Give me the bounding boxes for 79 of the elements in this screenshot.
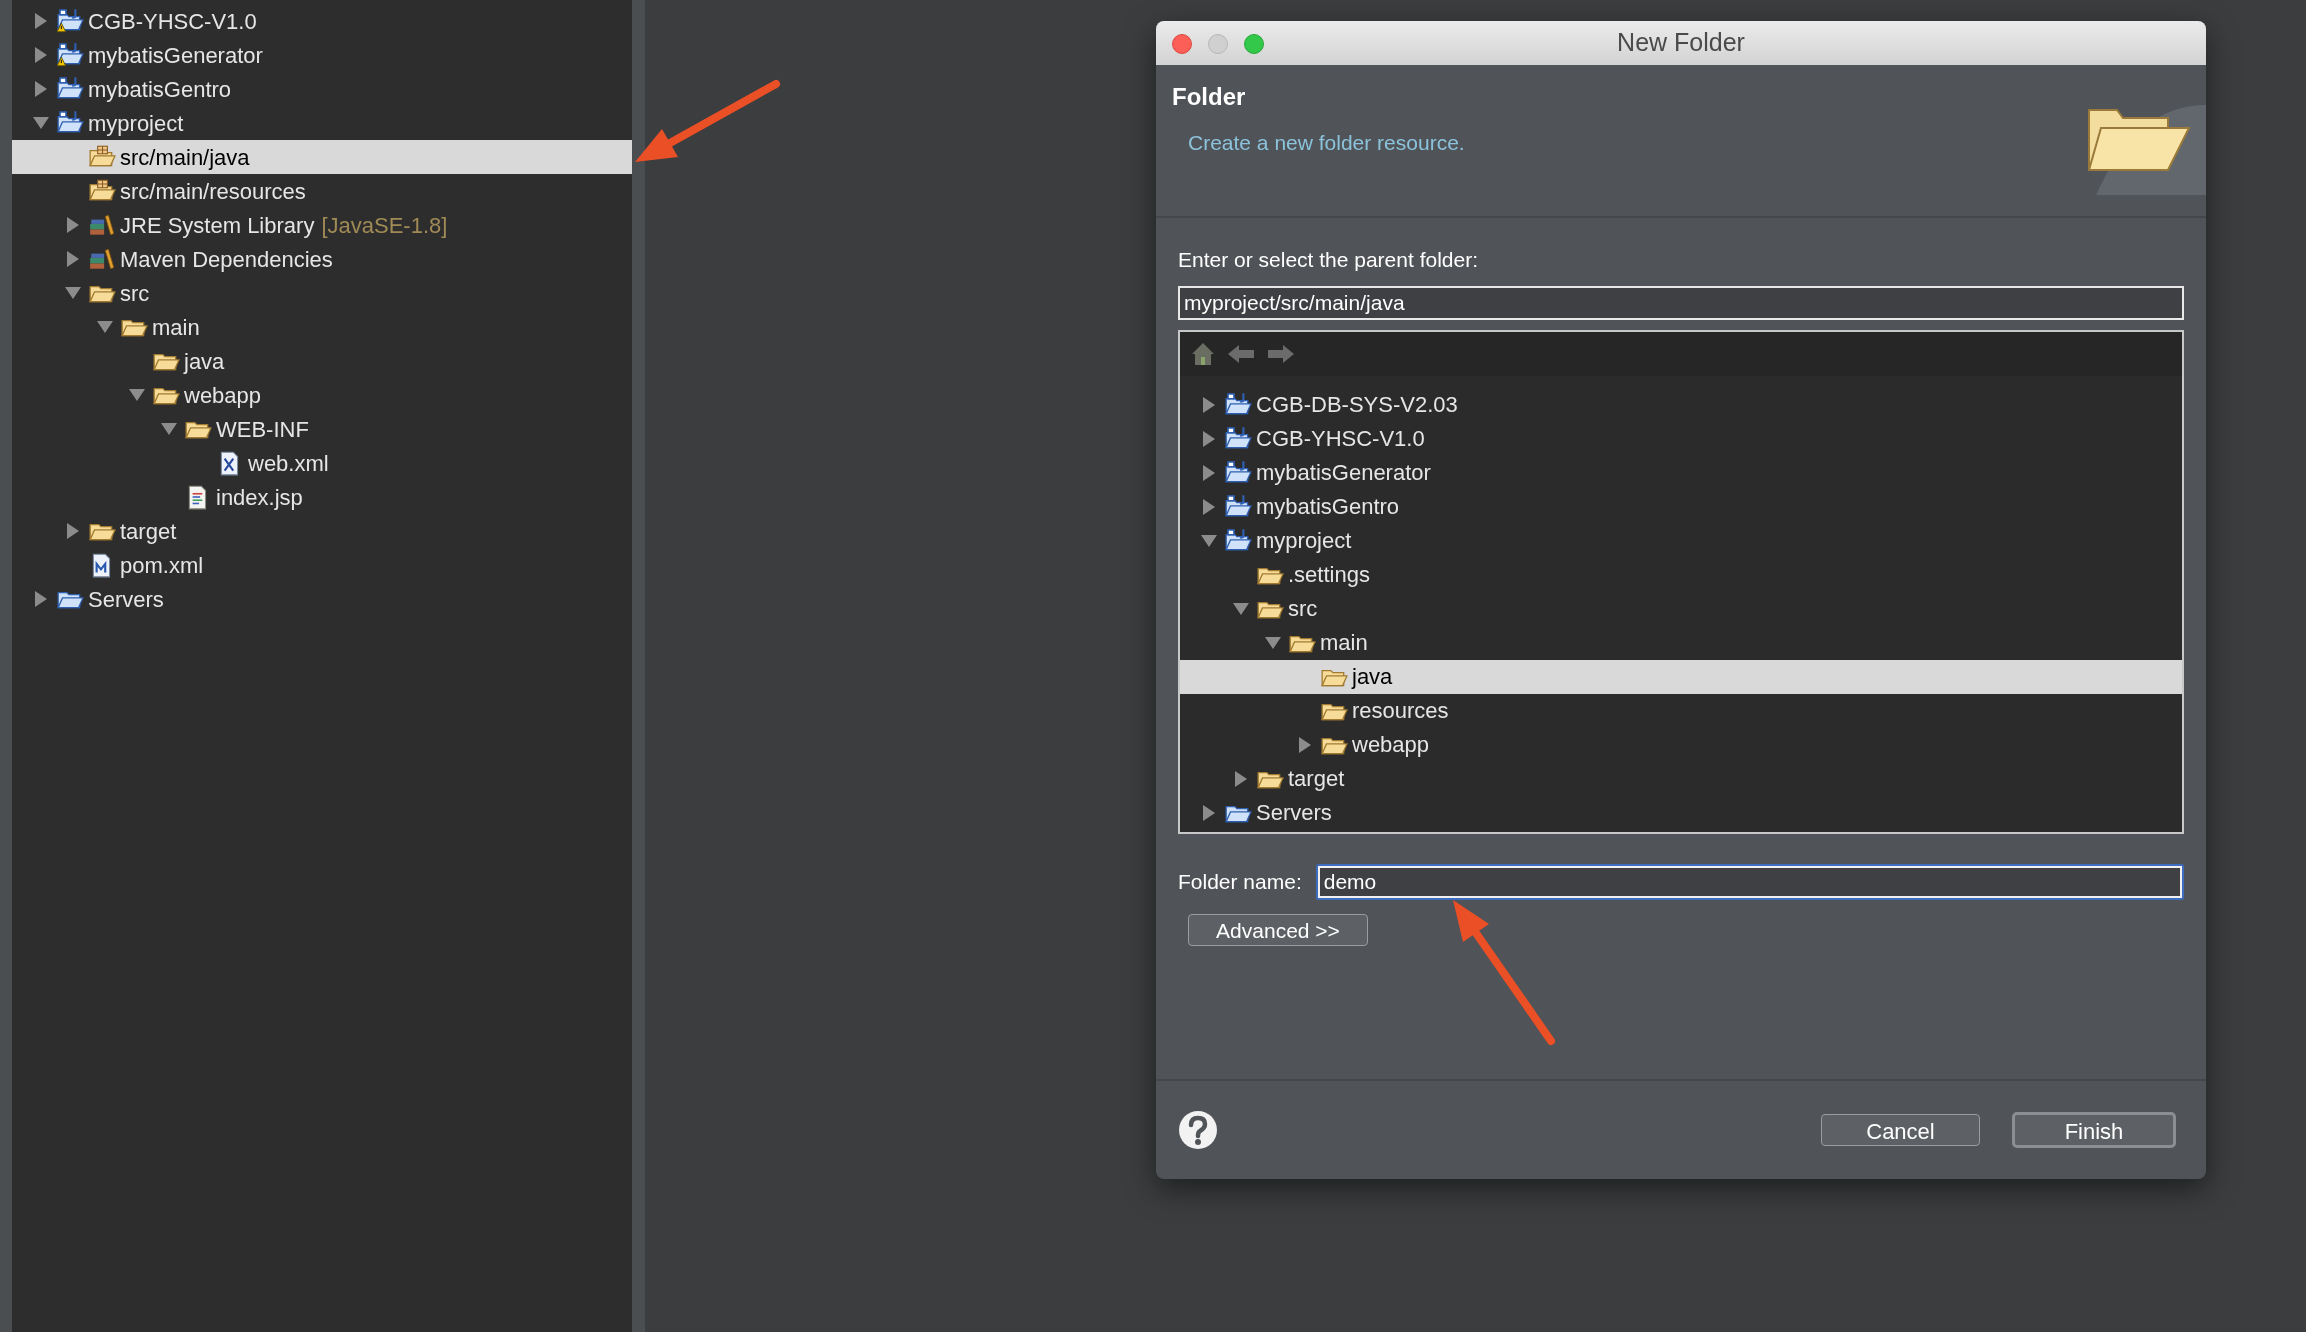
tree-item[interactable]: myproject — [12, 106, 632, 140]
tree-item[interactable]: src — [1180, 591, 2182, 626]
tree-item[interactable]: mybatisGentro — [12, 72, 632, 106]
item-label: pom.xml — [120, 551, 204, 580]
close-button[interactable] — [1172, 34, 1192, 54]
help-icon[interactable] — [1178, 1110, 1218, 1150]
tree-item[interactable]: CGB-YHSC-V1.0 — [1180, 421, 2182, 456]
tree-item[interactable]: mybatisGentro — [1180, 489, 2182, 524]
item-label: Maven Dependencies — [120, 245, 333, 274]
books-icon — [88, 246, 116, 272]
tree-item[interactable]: target — [1180, 761, 2182, 796]
item-label: main — [1320, 629, 1368, 657]
tree-item[interactable]: index.jsp — [12, 480, 632, 514]
tree-item[interactable]: main — [12, 310, 632, 344]
tree-item[interactable]: resources — [1180, 693, 2182, 728]
item-label: webapp — [184, 381, 262, 410]
item-label: .settings — [1288, 561, 1370, 589]
tree-item[interactable]: WEB-INF — [12, 412, 632, 446]
tree-item[interactable]: webapp — [12, 378, 632, 412]
tree-item[interactable]: webapp — [1180, 727, 2182, 762]
item-label: CGB-YHSC-V1.0 — [88, 7, 257, 36]
header-message: Create a new folder resource. — [1188, 130, 1465, 156]
header-title: Folder — [1172, 82, 1246, 112]
tree-item[interactable]: JRE System Library [JavaSE-1.8] — [12, 208, 632, 242]
item-label: resources — [1352, 697, 1449, 725]
item-label: src/main/java — [120, 143, 250, 172]
item-label: src — [120, 279, 150, 308]
tree-item[interactable]: src — [12, 276, 632, 310]
item-label: target — [120, 517, 177, 546]
folder-name-label: Folder name: — [1178, 868, 1302, 895]
item-qualifier: [JavaSE-1.8] — [321, 211, 448, 240]
item-label: Servers — [88, 585, 164, 614]
advanced-button[interactable]: Advanced >> — [1188, 913, 1368, 946]
tree-item[interactable]: Servers — [12, 582, 632, 616]
item-label: web.xml — [248, 449, 329, 478]
parent-folder-label: Enter or select the parent folder: — [1178, 247, 1478, 273]
item-label: webapp — [1352, 731, 1430, 759]
tree-item[interactable]: java — [12, 344, 632, 378]
zoom-button[interactable] — [1244, 34, 1264, 54]
item-label: src — [1288, 595, 1318, 623]
item-label: main — [152, 313, 200, 342]
tree-item[interactable]: CGB-YHSC-V1.0 — [12, 4, 632, 38]
folder-name-field[interactable]: demo — [1317, 865, 2182, 898]
tree-item[interactable]: Maven Dependencies — [12, 242, 632, 276]
item-label: index.jsp — [216, 483, 303, 512]
books-icon — [88, 212, 116, 238]
item-label: mybatisGenerator — [88, 41, 263, 70]
default-button[interactable]: Finish — [2012, 1112, 2176, 1148]
item-label: src/main/resources — [120, 177, 306, 206]
tree-item[interactable]: java — [1180, 659, 2182, 694]
tree-item[interactable]: target — [12, 514, 632, 548]
dialog-button[interactable]: Cancel — [1821, 1114, 1980, 1146]
item-label: myproject — [1256, 527, 1352, 555]
item-label: CGB-YHSC-V1.0 — [1256, 425, 1425, 453]
tree-item[interactable]: src/main/resources — [12, 174, 632, 208]
tree-item[interactable]: web.xml — [12, 446, 632, 480]
item-label: Servers — [1256, 799, 1332, 827]
item-label: mybatisGentro — [1256, 493, 1400, 521]
item-label: mybatisGentro — [88, 75, 232, 104]
tree-item[interactable]: pom.xml — [12, 548, 632, 582]
tree-item[interactable]: myproject — [1180, 523, 2182, 558]
parent-folder-field[interactable]: myproject/src/main/java — [1178, 285, 2184, 320]
tree-item[interactable]: .settings — [1180, 557, 2182, 592]
item-label: myproject — [88, 109, 184, 138]
item-label: JRE System Library — [120, 211, 315, 240]
item-label: mybatisGenerator — [1256, 459, 1431, 487]
item-label: target — [1288, 765, 1345, 793]
tree-item[interactable]: main — [1180, 625, 2182, 660]
item-label: CGB-DB-SYS-V2.03 — [1256, 391, 1458, 419]
tree-item[interactable]: mybatisGenerator — [1180, 455, 2182, 490]
tree-item[interactable]: Servers — [1180, 795, 2182, 830]
item-label: java — [184, 347, 225, 376]
item-label: WEB-INF — [216, 415, 309, 444]
window-title: New Folder — [1617, 27, 1745, 59]
tree-item[interactable]: CGB-DB-SYS-V2.03 — [1180, 387, 2182, 422]
item-label: java — [1352, 663, 1393, 691]
tree-item[interactable]: mybatisGenerator — [12, 38, 632, 72]
tree-item[interactable]: src/main/java — [12, 140, 632, 174]
home-icon[interactable] — [1190, 340, 1216, 367]
